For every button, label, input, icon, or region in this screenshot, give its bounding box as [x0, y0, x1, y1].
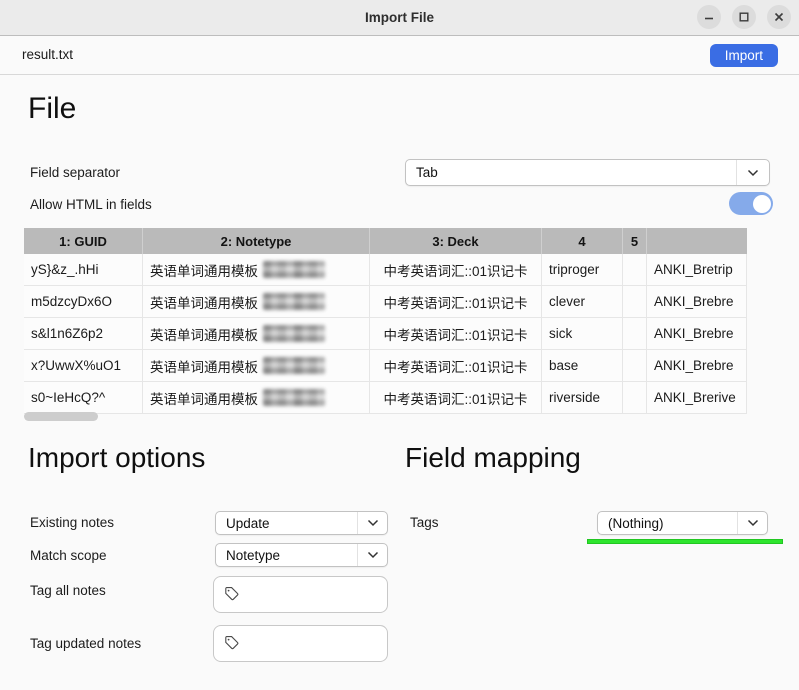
- censored-blur-patch: [263, 325, 325, 342]
- minimize-icon: [703, 11, 715, 23]
- censored-blur-patch: [263, 293, 325, 310]
- table-cell: 中考英语词汇::01识记卡: [370, 382, 542, 413]
- table-cell: clever: [542, 286, 623, 317]
- field-separator-label: Field separator: [30, 165, 120, 180]
- table-row[interactable]: s&l1n6Z6p2英语单词通用模板中考英语词汇::01识记卡sick ANKI_…: [24, 318, 747, 350]
- censored-blur-patch: [263, 261, 325, 278]
- table-row[interactable]: yS}&z_.hHi英语单词通用模板中考英语词汇::01识记卡triproger…: [24, 254, 747, 286]
- toolbar: result.txt Import: [0, 36, 799, 75]
- import-options-heading: Import options: [28, 442, 205, 474]
- field-mapping-heading: Field mapping: [405, 442, 581, 474]
- titlebar: Import File: [0, 0, 799, 36]
- table-cell: s0~IeHcQ?^: [24, 382, 143, 413]
- maximize-icon: [738, 11, 750, 23]
- column-header[interactable]: 3: Deck: [370, 228, 542, 254]
- existing-notes-label: Existing notes: [30, 515, 114, 530]
- column-header[interactable]: 2: Notetype: [143, 228, 370, 254]
- column-header[interactable]: [647, 228, 747, 254]
- table-cell: 中考英语词汇::01识记卡: [370, 286, 542, 317]
- table-cell: [623, 350, 647, 381]
- match-scope-label: Match scope: [30, 548, 107, 563]
- close-icon: [773, 11, 785, 23]
- table-cell: ANKI_Brebre: [647, 350, 747, 381]
- table-cell: sick: [542, 318, 623, 349]
- table-cell: [623, 254, 647, 285]
- tag-updated-notes-label: Tag updated notes: [30, 636, 141, 651]
- table-cell: [623, 382, 647, 413]
- field-separator-select[interactable]: Tab: [405, 159, 770, 186]
- table-cell: base: [542, 350, 623, 381]
- window-controls: [697, 5, 791, 29]
- table-cell: yS}&z_.hHi: [24, 254, 143, 285]
- table-row[interactable]: s0~IeHcQ?^英语单词通用模板中考英语词汇::01识记卡riverside…: [24, 382, 747, 414]
- existing-notes-value: Update: [216, 512, 357, 534]
- tag-all-notes-label: Tag all notes: [30, 583, 106, 598]
- chevron-down-icon: [357, 544, 387, 566]
- table-cell: x?UwwX%uO1: [24, 350, 143, 381]
- table-cell: [623, 318, 647, 349]
- column-header[interactable]: 1: GUID: [24, 228, 143, 254]
- table-cell: m5dzcyDx6O: [24, 286, 143, 317]
- censored-blur-patch: [263, 357, 325, 374]
- tag-icon: [224, 586, 239, 601]
- drop-indicator-line: [587, 539, 783, 544]
- match-scope-value: Notetype: [216, 544, 357, 566]
- tags-select[interactable]: (Nothing): [597, 511, 768, 535]
- table-body: yS}&z_.hHi英语单词通用模板中考英语词汇::01识记卡triproger…: [24, 254, 747, 414]
- filename-label: result.txt: [22, 47, 73, 62]
- tags-label: Tags: [410, 515, 439, 530]
- column-header[interactable]: 4: [542, 228, 623, 254]
- file-heading: File: [28, 92, 76, 126]
- tag-updated-notes-input[interactable]: [213, 625, 388, 662]
- window-title: Import File: [0, 0, 799, 35]
- table-header: 1: GUID2: Notetype3: Deck45: [24, 228, 747, 254]
- table-row[interactable]: x?UwwX%uO1英语单词通用模板中考英语词汇::01识记卡base ANKI_…: [24, 350, 747, 382]
- column-header[interactable]: 5: [623, 228, 647, 254]
- allow-html-label: Allow HTML in fields: [30, 197, 152, 212]
- chevron-down-icon: [736, 160, 769, 185]
- censored-blur-patch: [263, 389, 325, 406]
- table-cell: ANKI_Bretrip: [647, 254, 747, 285]
- table-cell: 中考英语词汇::01识记卡: [370, 254, 542, 285]
- table-cell: triproger: [542, 254, 623, 285]
- table-row[interactable]: m5dzcyDx6O英语单词通用模板中考英语词汇::01识记卡clever ANK…: [24, 286, 747, 318]
- chevron-down-icon: [357, 512, 387, 534]
- table-cell: 英语单词通用模板: [143, 286, 370, 317]
- field-separator-value: Tab: [406, 160, 736, 185]
- match-scope-select[interactable]: Notetype: [215, 543, 388, 567]
- table-cell: 英语单词通用模板: [143, 382, 370, 413]
- table-cell: 中考英语词汇::01识记卡: [370, 350, 542, 381]
- minimize-button[interactable]: [697, 5, 721, 29]
- toggle-knob: [753, 195, 771, 213]
- table-cell: 英语单词通用模板: [143, 318, 370, 349]
- table-cell: ANKI_Brebre: [647, 318, 747, 349]
- table-cell: [623, 286, 647, 317]
- chevron-down-icon: [737, 512, 767, 534]
- close-button[interactable]: [767, 5, 791, 29]
- table-cell: riverside: [542, 382, 623, 413]
- table-cell: ANKI_Brebre: [647, 286, 747, 317]
- tag-icon: [224, 635, 239, 650]
- maximize-button[interactable]: [732, 5, 756, 29]
- import-file-dialog: Import File result.txt Import File Field…: [0, 0, 799, 690]
- existing-notes-select[interactable]: Update: [215, 511, 388, 535]
- horizontal-scrollbar-thumb[interactable]: [24, 412, 98, 421]
- table-cell: 英语单词通用模板: [143, 350, 370, 381]
- table-cell: ANKI_Brerive: [647, 382, 747, 413]
- preview-table: 1: GUID2: Notetype3: Deck45 yS}&z_.hHi英语…: [24, 228, 747, 414]
- allow-html-toggle[interactable]: [729, 192, 773, 215]
- table-cell: s&l1n6Z6p2: [24, 318, 143, 349]
- tags-value: (Nothing): [598, 512, 737, 534]
- tag-all-notes-input[interactable]: [213, 576, 388, 613]
- import-button[interactable]: Import: [710, 44, 778, 67]
- table-cell: 英语单词通用模板: [143, 254, 370, 285]
- table-cell: 中考英语词汇::01识记卡: [370, 318, 542, 349]
